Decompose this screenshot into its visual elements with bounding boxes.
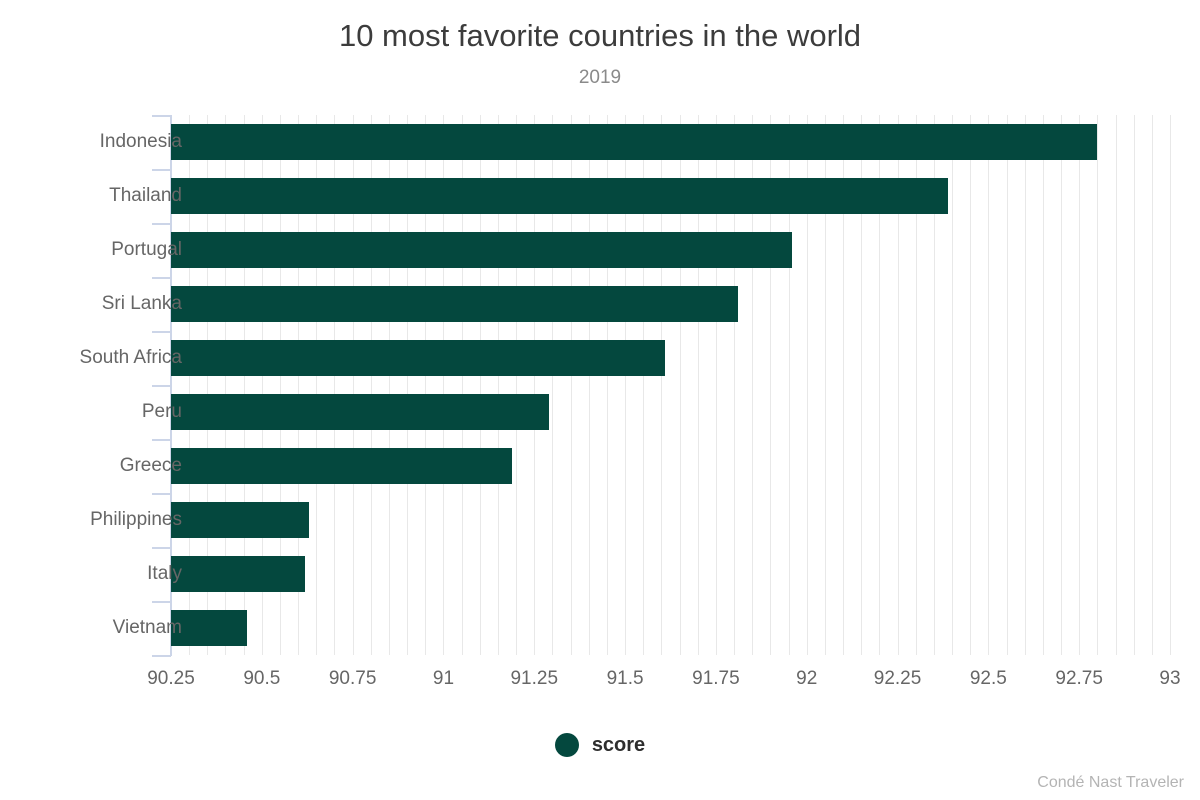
bar-band xyxy=(171,385,1170,439)
y-axis-label: Vietnam xyxy=(112,617,182,638)
legend-swatch-icon xyxy=(554,733,579,757)
bar-band xyxy=(171,601,1170,655)
y-axis-tick xyxy=(152,385,171,387)
bar-band xyxy=(171,277,1170,331)
y-axis-tick xyxy=(152,655,171,657)
y-axis-tick xyxy=(152,331,171,333)
source-credit: Condé Nast Traveler xyxy=(1037,774,1184,791)
legend-label: score xyxy=(591,733,646,756)
y-axis-label: Thailand xyxy=(109,185,182,206)
bar[interactable] xyxy=(171,610,247,646)
y-axis-tick xyxy=(152,601,171,603)
bar-band xyxy=(171,223,1170,277)
bar-band xyxy=(171,331,1170,385)
bar[interactable] xyxy=(171,340,665,376)
y-axis-tick xyxy=(152,493,171,495)
gridline xyxy=(1170,115,1171,655)
y-axis-label: Greece xyxy=(119,455,182,476)
chart-title: 10 most favorite countries in the world xyxy=(338,18,862,53)
bar-band xyxy=(171,439,1170,493)
bar[interactable] xyxy=(171,286,738,322)
bar-band xyxy=(171,169,1170,223)
bar-band xyxy=(171,115,1170,169)
bar-band xyxy=(171,493,1170,547)
bar[interactable] xyxy=(171,232,792,268)
y-axis-label: Italy xyxy=(147,563,182,584)
y-axis-tick xyxy=(152,547,171,549)
bar[interactable] xyxy=(171,502,309,538)
chart-subtitle: 2019 xyxy=(578,67,622,88)
bar-chart: 10 most favorite countries in the world … xyxy=(0,0,1200,800)
x-axis-tick-label: 93 xyxy=(1159,668,1181,689)
y-axis-tick xyxy=(152,277,171,279)
y-axis-label: Indonesia xyxy=(99,131,182,152)
bar[interactable] xyxy=(171,124,1097,160)
bar[interactable] xyxy=(171,178,948,214)
bar[interactable] xyxy=(171,556,305,592)
y-axis-label: Peru xyxy=(141,401,182,422)
y-axis-tick xyxy=(152,223,171,225)
y-axis-label: South Africa xyxy=(79,347,182,368)
plot-area xyxy=(171,115,1170,655)
bar[interactable] xyxy=(171,394,549,430)
bar-band xyxy=(171,547,1170,601)
y-axis-label: Sri Lanka xyxy=(101,293,182,314)
y-axis-label: Philippines xyxy=(90,509,182,530)
y-axis-tick xyxy=(152,115,171,117)
chart-legend: score xyxy=(0,733,1200,757)
y-axis-label: Portugal xyxy=(111,239,182,260)
bar[interactable] xyxy=(171,448,512,484)
y-axis-tick xyxy=(152,169,171,171)
y-axis-tick xyxy=(152,439,171,441)
